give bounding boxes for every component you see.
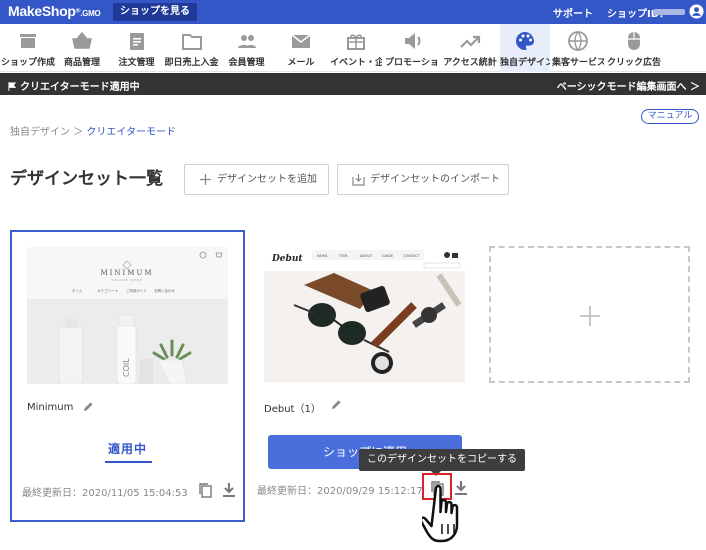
nav-item-11[interactable]: クリック広告: [606, 24, 662, 72]
nav-item-0[interactable]: ショップ作成: [0, 24, 56, 72]
last-updated: 最終更新日：2020/11/05 15:04:53: [22, 488, 188, 499]
shop-id-masked: [653, 9, 685, 15]
copy-icon[interactable]: [197, 482, 213, 498]
nav-item-10[interactable]: 集客サービス: [552, 24, 604, 72]
nav-item-label: 集客サービス: [552, 58, 604, 68]
mouse-icon: [628, 32, 640, 50]
pencil-icon[interactable]: [330, 399, 342, 411]
flag-icon: [8, 82, 17, 91]
nav-item-label: 独自デザイン: [500, 58, 550, 68]
nav-item-label: 商品管理: [63, 58, 100, 68]
nav-item-label: イベント・企画: [330, 58, 382, 68]
mode-bar: クリエイターモード適用中 ベーシックモード編集画面へ ＞: [0, 73, 706, 95]
breadcrumb-separator: ＞: [73, 127, 84, 138]
speaker-icon: [404, 33, 420, 49]
svg-text:ITEM: ITEM: [339, 254, 347, 258]
nav-item-label: 会員管理: [228, 58, 265, 68]
svg-text:GUIDE: GUIDE: [382, 254, 393, 258]
design-set-name: Debut（1）: [264, 404, 321, 415]
svg-text:カテゴリー ▾: カテゴリー ▾: [97, 288, 118, 293]
nav-item-6[interactable]: イベント・企画: [330, 24, 382, 72]
trending-icon: [460, 35, 481, 48]
globe-icon: [568, 31, 588, 51]
design-set-card-minimum: MINIMUM ONLINE SHOP ホーム カテゴリー ▾ ご利用ガイド お…: [10, 230, 245, 522]
nav-item-4[interactable]: 会員管理: [220, 24, 273, 72]
nav-item-label: プロモーション: [385, 58, 440, 68]
logo-suffix: ®.GMO: [75, 7, 101, 18]
svg-text:NEWS: NEWS: [317, 254, 328, 258]
import-icon: [352, 174, 365, 186]
plus-icon: [200, 174, 211, 185]
makeshop-logo[interactable]: MakeShop®.GMO: [8, 3, 101, 19]
breadcrumb: 独自デザイン ＞ クリエイターモード: [10, 123, 176, 138]
design-set-name: Minimum: [27, 402, 74, 413]
download-icon[interactable]: [222, 482, 236, 498]
palette-icon: [516, 32, 534, 50]
copy-tooltip: このデザインセットをコピーする: [359, 449, 525, 471]
svg-text:ABOUT: ABOUT: [360, 254, 373, 258]
svg-text:ホーム: ホーム: [72, 288, 83, 293]
nav-item-label: クリック広告: [606, 58, 661, 68]
nav-item-label: 注文管理: [118, 58, 155, 68]
gift-icon: [347, 34, 365, 50]
main-nav: ショップ作成商品管理 注文管理即日売上入金会員管理 メール イベント・企画プロモーショ…: [0, 24, 706, 72]
clipboard-icon: [129, 33, 144, 50]
creator-mode-status: クリエイターモード適用中: [8, 78, 140, 93]
nav-item-8[interactable]: アクセス統計: [442, 24, 498, 72]
svg-text:Debut: Debut: [271, 254, 303, 264]
nav-item-1[interactable]: 商品管理: [57, 24, 107, 72]
svg-text:お問い合わせ: お問い合わせ: [154, 288, 175, 293]
storefront-icon: [20, 34, 36, 48]
nav-item-label: アクセス統計: [443, 58, 497, 68]
last-updated: 最終更新日：2020/09/29 15:12:17: [257, 486, 423, 497]
pencil-icon[interactable]: [82, 401, 94, 413]
design-thumbnail-debut[interactable]: Debut NEWS ITEM ABOUT GUIDE CONTACT: [264, 245, 465, 382]
svg-text:COIL: COIL: [122, 358, 131, 377]
nav-item-label: 即日売上入金: [164, 58, 219, 68]
nav-item-2[interactable]: 注文管理: [110, 24, 163, 72]
nav-item-9[interactable]: 独自デザイン: [500, 24, 550, 72]
import-design-set-button[interactable]: デザインセットのインポート: [337, 164, 509, 195]
basket-icon: [72, 31, 92, 49]
page-title: デザインセット一覧: [10, 169, 163, 189]
plus-icon: [580, 306, 600, 326]
add-design-set-card[interactable]: [489, 246, 690, 383]
view-shop-button[interactable]: ショップを見る: [113, 3, 197, 21]
basic-mode-link[interactable]: ベーシックモード編集画面へ ＞: [557, 78, 700, 93]
svg-text:MINIMUM: MINIMUM: [100, 269, 153, 277]
applied-status: 適用中: [107, 442, 147, 456]
top-bar: MakeShop®.GMO ショップを見る サポート ショップID：: [0, 0, 706, 24]
minimum-preview: MINIMUM ONLINE SHOP ホーム カテゴリー ▾ ご利用ガイド お…: [27, 247, 228, 384]
mail-icon: [291, 34, 311, 48]
user-icon[interactable]: [689, 4, 704, 19]
support-link[interactable]: サポート: [553, 5, 593, 20]
people-icon: [237, 35, 256, 48]
breadcrumb-parent[interactable]: 独自デザイン: [10, 127, 70, 138]
applied-underline: [105, 461, 152, 463]
svg-text:CONTACT: CONTACT: [403, 254, 420, 258]
nav-item-3[interactable]: 即日売上入金: [164, 24, 219, 72]
hand-cursor-icon: [422, 484, 459, 543]
nav-item-7[interactable]: プロモーション: [385, 24, 440, 72]
add-design-set-button[interactable]: デザインセットを追加: [184, 164, 329, 195]
svg-text:ご利用ガイド: ご利用ガイド: [126, 288, 147, 293]
svg-text:ONLINE SHOP: ONLINE SHOP: [111, 278, 143, 282]
design-thumbnail-minimum[interactable]: MINIMUM ONLINE SHOP ホーム カテゴリー ▾ ご利用ガイド お…: [27, 247, 228, 384]
debut-preview: Debut NEWS ITEM ABOUT GUIDE CONTACT: [264, 245, 465, 382]
nav-item-5[interactable]: メール: [275, 24, 327, 72]
breadcrumb-current: クリエイターモード: [86, 127, 176, 138]
manual-button[interactable]: マニュアル: [641, 109, 699, 124]
folder-icon: [181, 34, 202, 50]
nav-item-label: ショップ作成: [0, 58, 55, 68]
nav-item-label: メール: [287, 58, 315, 68]
